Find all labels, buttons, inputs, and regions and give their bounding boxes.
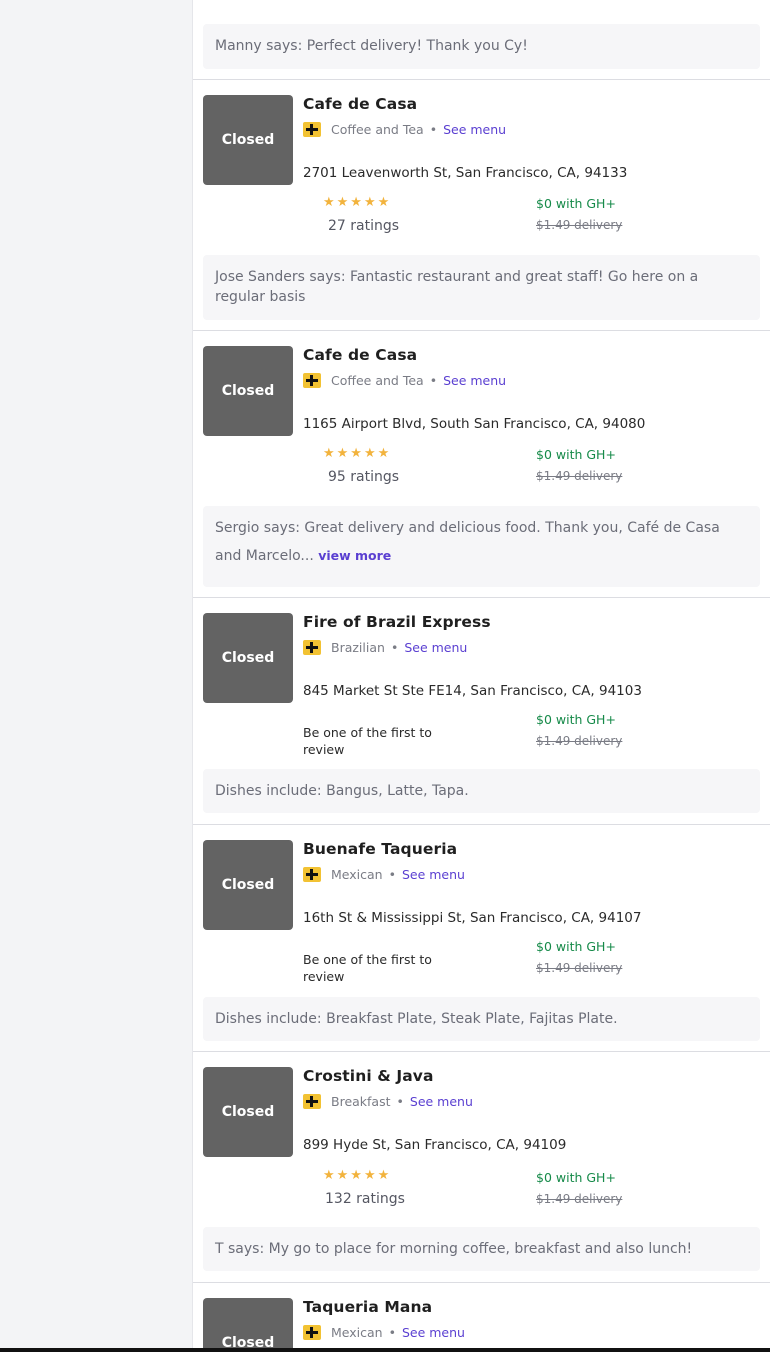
closed-thumbnail[interactable]: Closed (203, 1067, 293, 1157)
delivery-fee: $1.49 delivery (536, 469, 623, 483)
restaurant-address: 16th St & Mississippi St, San Francisco,… (303, 910, 642, 926)
see-menu-link[interactable]: See menu (402, 1325, 465, 1340)
restaurant-meta: Breakfast • See menu (303, 1094, 473, 1109)
closed-thumbnail[interactable]: Closed (203, 95, 293, 185)
gh-plus-icon (303, 1325, 321, 1340)
restaurant-name[interactable]: Buenafe Taqueria (303, 840, 457, 858)
review-snippet: T says: My go to place for morning coffe… (203, 1227, 760, 1271)
restaurant-meta: Brazilian • See menu (303, 640, 467, 655)
gh-plus-icon (303, 373, 321, 388)
gh-plus-price: $0 with GH+ (536, 447, 616, 462)
star-rating: ★★★★★ (323, 1168, 391, 1183)
closed-thumbnail[interactable]: Closed (203, 840, 293, 930)
restaurant-address: 845 Market St Ste FE14, San Francisco, C… (303, 683, 642, 699)
cuisine-label: Mexican (331, 1325, 383, 1340)
review-snippet: Manny says: Perfect delivery! Thank you … (203, 24, 760, 69)
separator-dot: • (388, 867, 396, 882)
restaurant-address: 2701 Leavenworth St, San Francisco, CA, … (303, 165, 628, 181)
closed-thumbnail[interactable]: Closed (203, 613, 293, 703)
star-icon: ★★★★★ (323, 1168, 392, 1183)
separator-dot: • (396, 1094, 404, 1109)
separator-dot: • (429, 122, 438, 137)
delivery-fee: $1.49 delivery (536, 218, 623, 232)
restaurant-card[interactable]: Closed Cafe de Casa Coffee and Tea • See… (193, 331, 770, 598)
review-snippet: Dishes include: Breakfast Plate, Steak P… (203, 997, 760, 1041)
closed-thumbnail[interactable]: Closed (203, 1298, 293, 1348)
restaurant-name[interactable]: Cafe de Casa (303, 346, 417, 364)
restaurant-name[interactable]: Crostini & Java (303, 1067, 434, 1085)
review-snippet: Sergio says: Great delivery and deliciou… (203, 506, 760, 587)
restaurant-list: Manny says: Perfect delivery! Thank you … (193, 0, 770, 1348)
gh-plus-icon (303, 867, 321, 882)
restaurant-card-partial: Manny says: Perfect delivery! Thank you … (193, 0, 770, 80)
restaurant-address: 899 Hyde St, San Francisco, CA, 94109 (303, 1137, 567, 1153)
restaurant-name[interactable]: Fire of Brazil Express (303, 613, 491, 631)
ratings-count: 132 ratings (325, 1191, 405, 1207)
see-menu-link[interactable]: See menu (443, 122, 506, 137)
bottom-edge-bar (0, 1348, 770, 1352)
gh-plus-price: $0 with GH+ (536, 939, 616, 954)
delivery-fee: $1.49 delivery (536, 961, 623, 975)
restaurant-card[interactable]: Closed Crostini & Java Breakfast • See m… (193, 1052, 770, 1283)
gh-plus-icon (303, 1094, 321, 1109)
see-menu-link[interactable]: See menu (404, 640, 467, 655)
star-rating: ★★★★★ (323, 446, 391, 461)
restaurant-address: 1165 Airport Blvd, South San Francisco, … (303, 416, 646, 432)
review-snippet: Jose Sanders says: Fantastic restaurant … (203, 255, 760, 320)
gh-plus-icon (303, 122, 321, 137)
review-text: Sergio says: Great delivery and deliciou… (215, 520, 720, 564)
cuisine-label: Mexican (331, 867, 383, 882)
cuisine-label: Brazilian (331, 640, 385, 655)
left-sidebar (0, 0, 193, 1352)
restaurant-card[interactable]: Closed Cafe de Casa Coffee and Tea • See… (193, 80, 770, 331)
delivery-fee: $1.49 delivery (536, 734, 623, 748)
cuisine-label: Breakfast (331, 1094, 391, 1109)
restaurant-name[interactable]: Taqueria Mana (303, 1298, 432, 1316)
view-more-link[interactable]: view more (318, 548, 391, 563)
restaurant-meta: Coffee and Tea • See menu (303, 373, 506, 388)
closed-thumbnail[interactable]: Closed (203, 346, 293, 436)
ratings-count: 95 ratings (328, 469, 400, 485)
ratings-count: 27 ratings (328, 218, 400, 234)
separator-dot: • (429, 373, 438, 388)
first-review-prompt: Be one of the first to review (303, 725, 432, 757)
gh-plus-price: $0 with GH+ (536, 712, 616, 727)
restaurant-card[interactable]: Closed Taqueria Mana Mexican • See menu (193, 1283, 770, 1348)
see-menu-link[interactable]: See menu (443, 373, 506, 388)
see-menu-link[interactable]: See menu (402, 867, 465, 882)
gh-plus-icon (303, 640, 321, 655)
restaurant-meta: Mexican • See menu (303, 867, 465, 882)
separator-dot: • (390, 640, 399, 655)
restaurant-card[interactable]: Closed Buenafe Taqueria Mexican • See me… (193, 825, 770, 1052)
star-icon: ★★★★★ (323, 195, 392, 210)
cuisine-label: Coffee and Tea (331, 373, 424, 388)
gh-plus-price: $0 with GH+ (536, 1170, 616, 1185)
restaurant-meta: Coffee and Tea • See menu (303, 122, 506, 137)
delivery-fee: $1.49 delivery (536, 1192, 623, 1206)
star-rating: ★★★★★ (323, 195, 391, 210)
review-snippet: Dishes include: Bangus, Latte, Tapa. (203, 769, 760, 813)
restaurant-meta: Mexican • See menu (303, 1325, 465, 1340)
star-icon: ★★★★★ (323, 446, 392, 461)
gh-plus-price: $0 with GH+ (536, 196, 616, 211)
restaurant-name[interactable]: Cafe de Casa (303, 95, 417, 113)
separator-dot: • (388, 1325, 396, 1340)
see-menu-link[interactable]: See menu (410, 1094, 473, 1109)
first-review-prompt: Be one of the first to review (303, 952, 432, 984)
restaurant-card[interactable]: Closed Fire of Brazil Express Brazilian … (193, 598, 770, 825)
cuisine-label: Coffee and Tea (331, 122, 424, 137)
